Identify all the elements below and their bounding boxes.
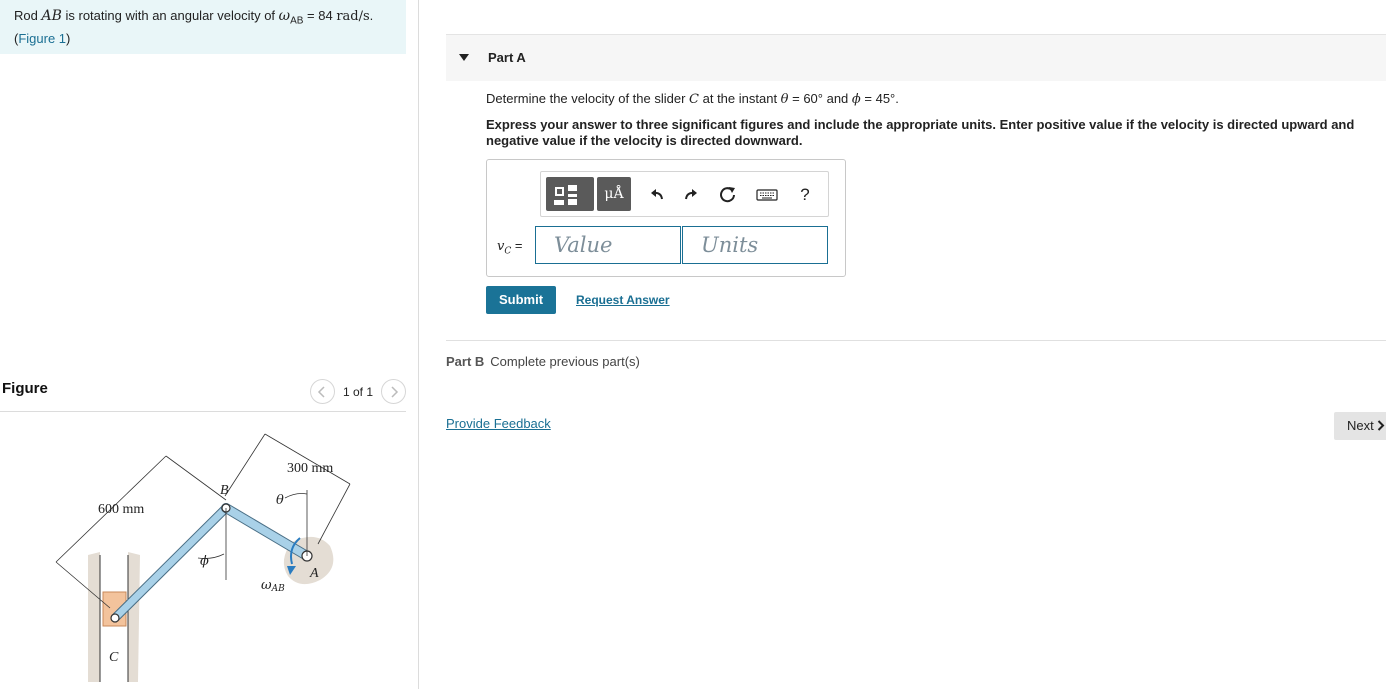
part-b-title: Part B [446, 354, 485, 369]
figure-header: Figure 1 of 1 [0, 376, 406, 412]
part-a-question: Determine the velocity of the slider C a… [486, 91, 899, 107]
label-omega: ωAB [261, 578, 285, 594]
chevron-right-icon[interactable] [381, 379, 406, 404]
theta-value: = 60° [788, 91, 823, 106]
request-answer-link[interactable]: Request Answer [576, 293, 670, 307]
answer-variable-label: vC = [497, 238, 523, 257]
mechanism-figure: 300 mm 600 mm B A C θ ϕ ωAB [55, 433, 351, 682]
part-b-header[interactable]: Part B Complete previous part(s) [446, 354, 640, 369]
label-a: A [309, 566, 319, 581]
omega-subscript: AB [290, 15, 304, 27]
pin-c [110, 613, 120, 623]
right-guide-wall [128, 552, 140, 682]
label-phi: ϕ [200, 554, 209, 569]
part-a-title: Part A [488, 50, 526, 65]
label-600mm: 600 mm [98, 502, 144, 517]
figure-title: Figure [2, 380, 48, 397]
redo-icon[interactable] [679, 183, 703, 207]
theta-symbol: θ [780, 92, 789, 107]
caret-down-icon[interactable] [459, 54, 469, 61]
value-input[interactable]: Value [535, 226, 681, 264]
left-column: Rod AB is rotating with an angular veloc… [0, 0, 419, 689]
next-button[interactable]: Next [1334, 412, 1386, 440]
rod-name: AB [41, 8, 62, 24]
chevron-right-icon [1378, 420, 1385, 431]
label-300mm: 300 mm [287, 461, 333, 476]
intro-prefix: Rod [14, 8, 42, 23]
phi-symbol: ϕ [851, 92, 861, 107]
figure-page-count: 1 of 1 [342, 384, 373, 399]
answer-box: μÅ ? vC = Value Units [486, 159, 846, 277]
problem-intro: Rod AB is rotating with an angular veloc… [0, 0, 406, 54]
figure-pager: 1 of 1 [309, 379, 406, 404]
paren-close: ) [66, 30, 71, 46]
intro-suffix: . [369, 8, 374, 23]
intro-equals: = 84 [303, 8, 337, 23]
undo-icon[interactable] [645, 183, 669, 207]
part-b-divider [446, 340, 1386, 341]
omega-symbol: ω [278, 8, 291, 24]
angular-velocity-unit: rad/s [336, 9, 370, 24]
phi-value: = 45° [860, 91, 896, 106]
reset-icon[interactable] [716, 183, 740, 207]
units-icon[interactable]: μÅ [597, 177, 631, 211]
units-input[interactable]: Units [682, 226, 828, 264]
keyboard-icon[interactable] [755, 183, 779, 207]
math-toolbar: μÅ ? [540, 171, 829, 217]
chevron-left-icon[interactable] [309, 379, 335, 404]
figure-link[interactable]: Figure 1 [18, 31, 66, 46]
provide-feedback-link[interactable]: Provide Feedback [446, 416, 551, 431]
help-icon[interactable]: ? [793, 183, 817, 207]
label-c: C [109, 650, 119, 665]
templates-icon[interactable] [546, 177, 594, 211]
label-theta: θ [276, 493, 284, 508]
answer-instructions: Express your answer to three significant… [486, 117, 1355, 148]
slider-symbol: C [689, 92, 699, 107]
next-label: Next [1347, 418, 1374, 433]
left-guide-wall [88, 552, 100, 682]
label-b: B [220, 483, 229, 498]
part-b-note: Complete previous part(s) [490, 354, 640, 369]
part-a-header[interactable]: Part A [446, 34, 1386, 81]
submit-button[interactable]: Submit [486, 286, 556, 314]
intro-middle: is rotating with an angular velocity of [61, 8, 279, 23]
